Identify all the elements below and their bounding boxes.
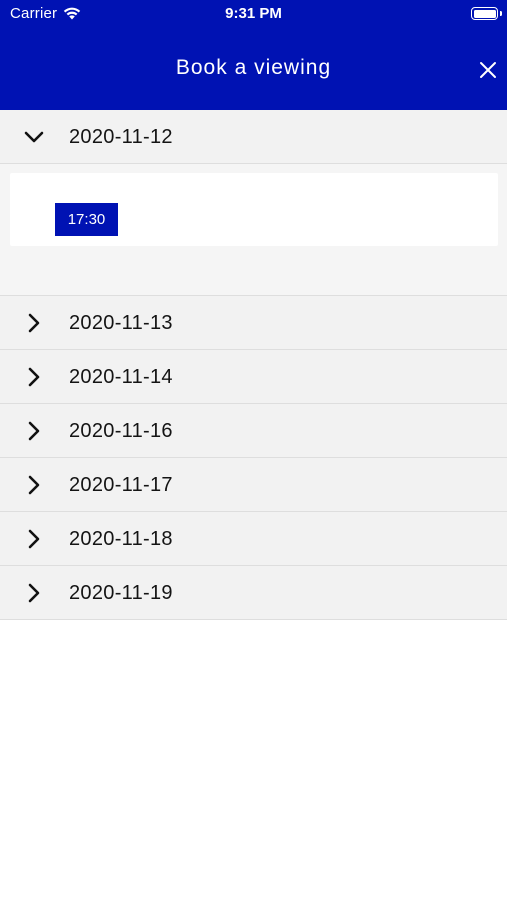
date-row-2020-11-19[interactable]: 2020-11-19: [0, 566, 507, 620]
chevron-right-icon: [28, 475, 40, 495]
date-label: 2020-11-18: [69, 528, 173, 550]
status-bar: Carrier 9:31 PM: [0, 0, 507, 30]
chevron-right-icon: [28, 367, 40, 387]
status-time: 9:31 PM: [225, 5, 282, 22]
time-slot-button[interactable]: 17:30: [55, 203, 118, 236]
header: Carrier 9:31 PM Book a viewing: [0, 0, 507, 110]
date-row-2020-11-12[interactable]: 2020-11-12: [0, 110, 507, 164]
date-row-2020-11-18[interactable]: 2020-11-18: [0, 512, 507, 566]
date-row-2020-11-14[interactable]: 2020-11-14: [0, 350, 507, 404]
chevron-right-icon: [28, 313, 40, 333]
date-row-2020-11-16[interactable]: 2020-11-16: [0, 404, 507, 458]
date-list: 2020-11-12 17:30 2020-11-13 2020-11-14 2…: [0, 110, 507, 620]
date-label: 2020-11-17: [69, 474, 173, 496]
date-row-2020-11-17[interactable]: 2020-11-17: [0, 458, 507, 512]
date-row-2020-11-13[interactable]: 2020-11-13: [0, 296, 507, 350]
chevron-right-icon: [28, 529, 40, 549]
time-slots-card: 17:30: [10, 173, 498, 246]
date-label: 2020-11-13: [69, 312, 173, 334]
date-label: 2020-11-19: [69, 582, 173, 604]
date-label: 2020-11-16: [69, 420, 173, 442]
chevron-down-icon: [24, 131, 44, 143]
time-slots-panel: 17:30: [0, 164, 507, 296]
date-label: 2020-11-14: [69, 366, 173, 388]
date-label: 2020-11-12: [69, 126, 173, 148]
chevron-right-icon: [28, 421, 40, 441]
page-title: Book a viewing: [175, 56, 332, 79]
chevron-right-icon: [28, 583, 40, 603]
battery-icon: [471, 7, 502, 20]
close-icon[interactable]: [475, 57, 501, 83]
